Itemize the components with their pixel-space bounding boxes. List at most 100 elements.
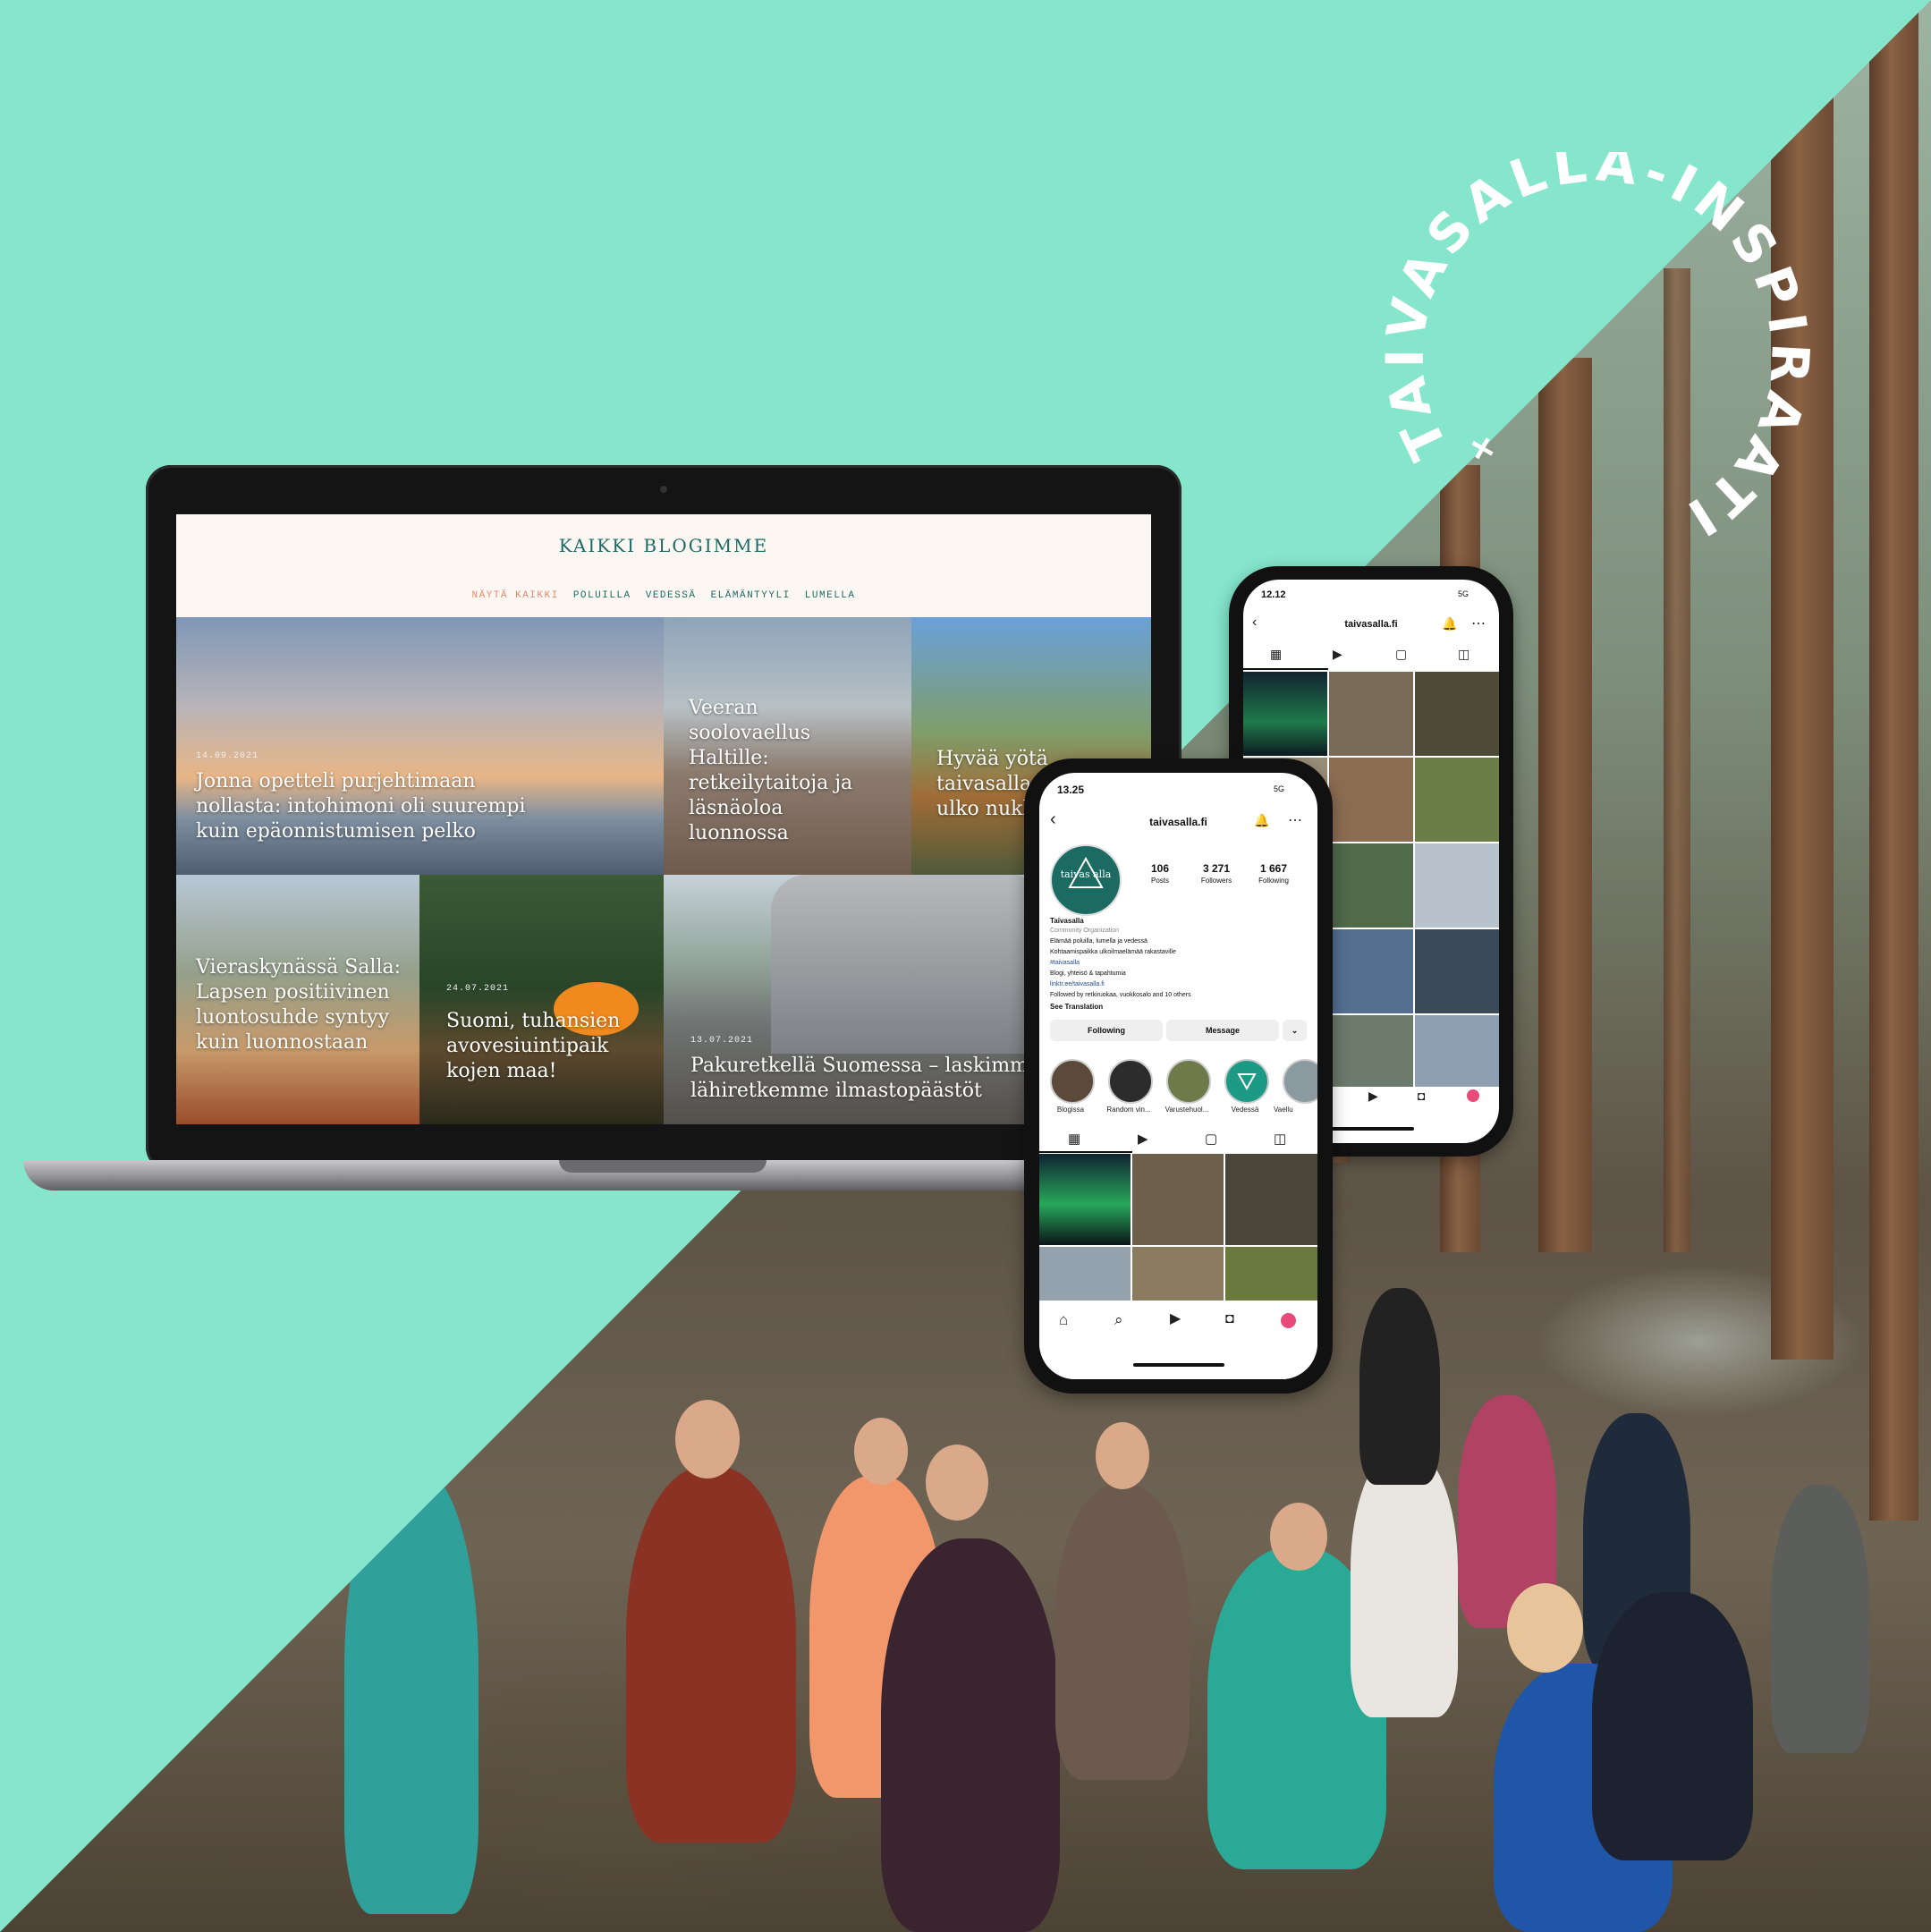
following-button[interactable]: Following (1050, 1020, 1163, 1041)
reels-tab-icon[interactable]: ▶ (1138, 1132, 1148, 1146)
post-title: Jonna opetteli purjehtimaan nollasta: in… (196, 770, 526, 843)
more-icon[interactable]: ⋯ (1471, 617, 1486, 631)
nav-vedessa[interactable]: VEDESSÄ (646, 590, 697, 601)
profile-nav-avatar[interactable] (1467, 1089, 1479, 1102)
see-translation-link[interactable]: See Translation (1050, 1003, 1103, 1011)
post-thumbnail[interactable] (1415, 758, 1499, 842)
nav-elamantyyli[interactable]: ELÄMÄNTYYLI (711, 590, 791, 601)
blog-post-tile[interactable]: Vieraskynässä Salla: Lapsen positiivinen… (176, 875, 419, 1124)
post-thumbnail[interactable] (1329, 672, 1413, 756)
reels-nav-icon[interactable]: ▶ (1170, 1312, 1181, 1326)
post-thumbnail[interactable] (1329, 929, 1413, 1013)
blog-post-tile[interactable]: 24.07.2021 Suomi, tuhansien avovesiuinti… (419, 875, 664, 1124)
grid-tab-icon[interactable]: ▦ (1068, 1132, 1080, 1146)
avatar-text: taivas alla (1060, 869, 1112, 880)
bell-icon[interactable]: 🔔 (1442, 617, 1457, 630)
followed-by[interactable]: Followed by retkiruokaa, vuokkosalo and … (1050, 992, 1191, 998)
highlight-label: Varustehuol... (1165, 1106, 1209, 1114)
blog-post-tile[interactable]: Veeran soolovaellus Haltille: retkeilyta… (664, 617, 911, 875)
highlight-circle[interactable] (1108, 1059, 1153, 1104)
avatar[interactable]: taivas alla (1050, 844, 1122, 916)
post-thumbnail[interactable] (1329, 758, 1413, 842)
hiker (881, 1538, 1060, 1932)
status-time: 12.12 (1261, 589, 1286, 600)
home-indicator (1133, 1363, 1224, 1367)
profile-nav-avatar[interactable] (1281, 1313, 1296, 1328)
bio-line: Kohtaamispaikka ulkoilmaelämää rakastavi… (1050, 949, 1176, 955)
post-thumbnail[interactable] (1415, 843, 1499, 928)
highlight-label: Vaellu (1274, 1106, 1293, 1114)
bell-icon[interactable]: 🔔 (1254, 814, 1269, 826)
stat-followers-label: Followers (1200, 877, 1232, 885)
igtv-tab-icon[interactable]: ▢ (1205, 1132, 1217, 1146)
hiker-head (1507, 1583, 1583, 1673)
post-thumbnail[interactable] (1415, 1015, 1499, 1087)
status-time: 13.25 (1057, 784, 1085, 796)
tagged-tab-icon[interactable]: ◫ (1274, 1132, 1286, 1146)
home-indicator (1328, 1127, 1414, 1131)
hiker (626, 1467, 796, 1843)
hiker-head (1096, 1422, 1149, 1489)
post-thumbnail[interactable] (1329, 843, 1413, 928)
post-title: Veeran soolovaellus Haltille: retkeilyta… (689, 697, 853, 844)
nav-lumella[interactable]: LUMELLA (805, 590, 856, 601)
bio-line: Elämää poluilla, lumella ja vedessä (1050, 938, 1148, 945)
post-thumbnail[interactable] (1225, 1154, 1317, 1245)
phone-front-screen: 13.25 5G ‹ taivasalla.fi 🔔 ⋯ taivas alla… (1039, 773, 1317, 1379)
home-icon[interactable]: ⌂ (1059, 1312, 1068, 1327)
profile-name: Taivasalla (1050, 917, 1084, 925)
active-tab-indicator (1243, 668, 1328, 670)
laptop-camera (660, 486, 667, 493)
hiker-head (854, 1418, 908, 1485)
more-icon[interactable]: ⋯ (1288, 814, 1302, 828)
post-date: 24.07.2021 (446, 984, 510, 994)
stat-following-label: Following (1258, 877, 1289, 885)
post-thumbnail[interactable] (1132, 1154, 1224, 1245)
blog-post-tile[interactable]: 14.09.2021 Jonna opetteli purjehtimaan n… (176, 617, 664, 875)
bio-link[interactable]: linktr.ee/taivasalla.fi (1050, 981, 1105, 987)
post-thumbnail[interactable] (1039, 1154, 1131, 1245)
hiker (1351, 1449, 1458, 1717)
post-date: 14.09.2021 (196, 751, 259, 761)
highlight-label: Blogissa (1056, 1106, 1085, 1114)
tagged-tab-icon[interactable]: ◫ (1458, 648, 1469, 660)
reels-tab-icon[interactable]: ▶ (1333, 648, 1342, 660)
highlight-circle[interactable] (1050, 1059, 1095, 1104)
post-thumbnail[interactable] (1415, 672, 1499, 756)
post-thumbnail[interactable] (1225, 1247, 1317, 1301)
post-thumbnail[interactable] (1039, 1247, 1131, 1301)
nav-show-all[interactable]: NÄYTÄ KAIKKI (471, 590, 558, 601)
post-thumbnail[interactable] (1415, 929, 1499, 1013)
message-button[interactable]: Message (1166, 1020, 1279, 1041)
camper-van (771, 875, 1039, 1054)
taivasalla-inspiraatio-badge: TAIVASALLA-INSPIRAATIO + (1368, 152, 1815, 551)
reels-nav-icon[interactable]: ▶ (1368, 1089, 1378, 1102)
highlight-circle[interactable] (1224, 1059, 1269, 1104)
stat-posts-value: 106 (1150, 862, 1170, 875)
badge-arc-text: TAIVASALLA-INSPIRAATIO (1368, 152, 1815, 551)
search-icon[interactable]: ⌕ (1114, 1312, 1123, 1327)
shop-nav-icon[interactable]: ◘ (1418, 1089, 1425, 1102)
highlight-circle[interactable] (1283, 1059, 1317, 1104)
tree-trunk (1869, 0, 1918, 1521)
badge-plus-separator: + (1457, 425, 1508, 471)
post-thumbnail[interactable] (1132, 1247, 1224, 1301)
suggested-chevron-button[interactable]: ⌄ (1283, 1020, 1307, 1041)
status-signal: 5G (1458, 589, 1469, 598)
page-title: KAIKKI BLOGIMME (558, 535, 769, 556)
grid-tab-icon[interactable]: ▦ (1270, 648, 1282, 660)
stat-followers-value[interactable]: 3 271 (1185, 862, 1248, 875)
post-thumbnail[interactable] (1243, 672, 1327, 756)
post-thumbnail[interactable] (1329, 1015, 1413, 1087)
igtv-tab-icon[interactable]: ▢ (1395, 648, 1407, 660)
stat-following-value[interactable]: 1 667 (1242, 862, 1305, 875)
triangle-icon (1237, 1073, 1257, 1090)
nav-poluilla[interactable]: POLUILLA (573, 590, 631, 601)
post-date: 13.07.2021 (690, 1036, 754, 1046)
hiker (344, 1467, 479, 1914)
highlight-circle[interactable] (1166, 1059, 1211, 1104)
highlight-label: Random vin... (1106, 1106, 1151, 1114)
shop-nav-icon[interactable]: ◘ (1225, 1312, 1234, 1326)
hiker (1055, 1485, 1190, 1780)
bio-hashtag[interactable]: #taivasalla (1050, 960, 1080, 966)
